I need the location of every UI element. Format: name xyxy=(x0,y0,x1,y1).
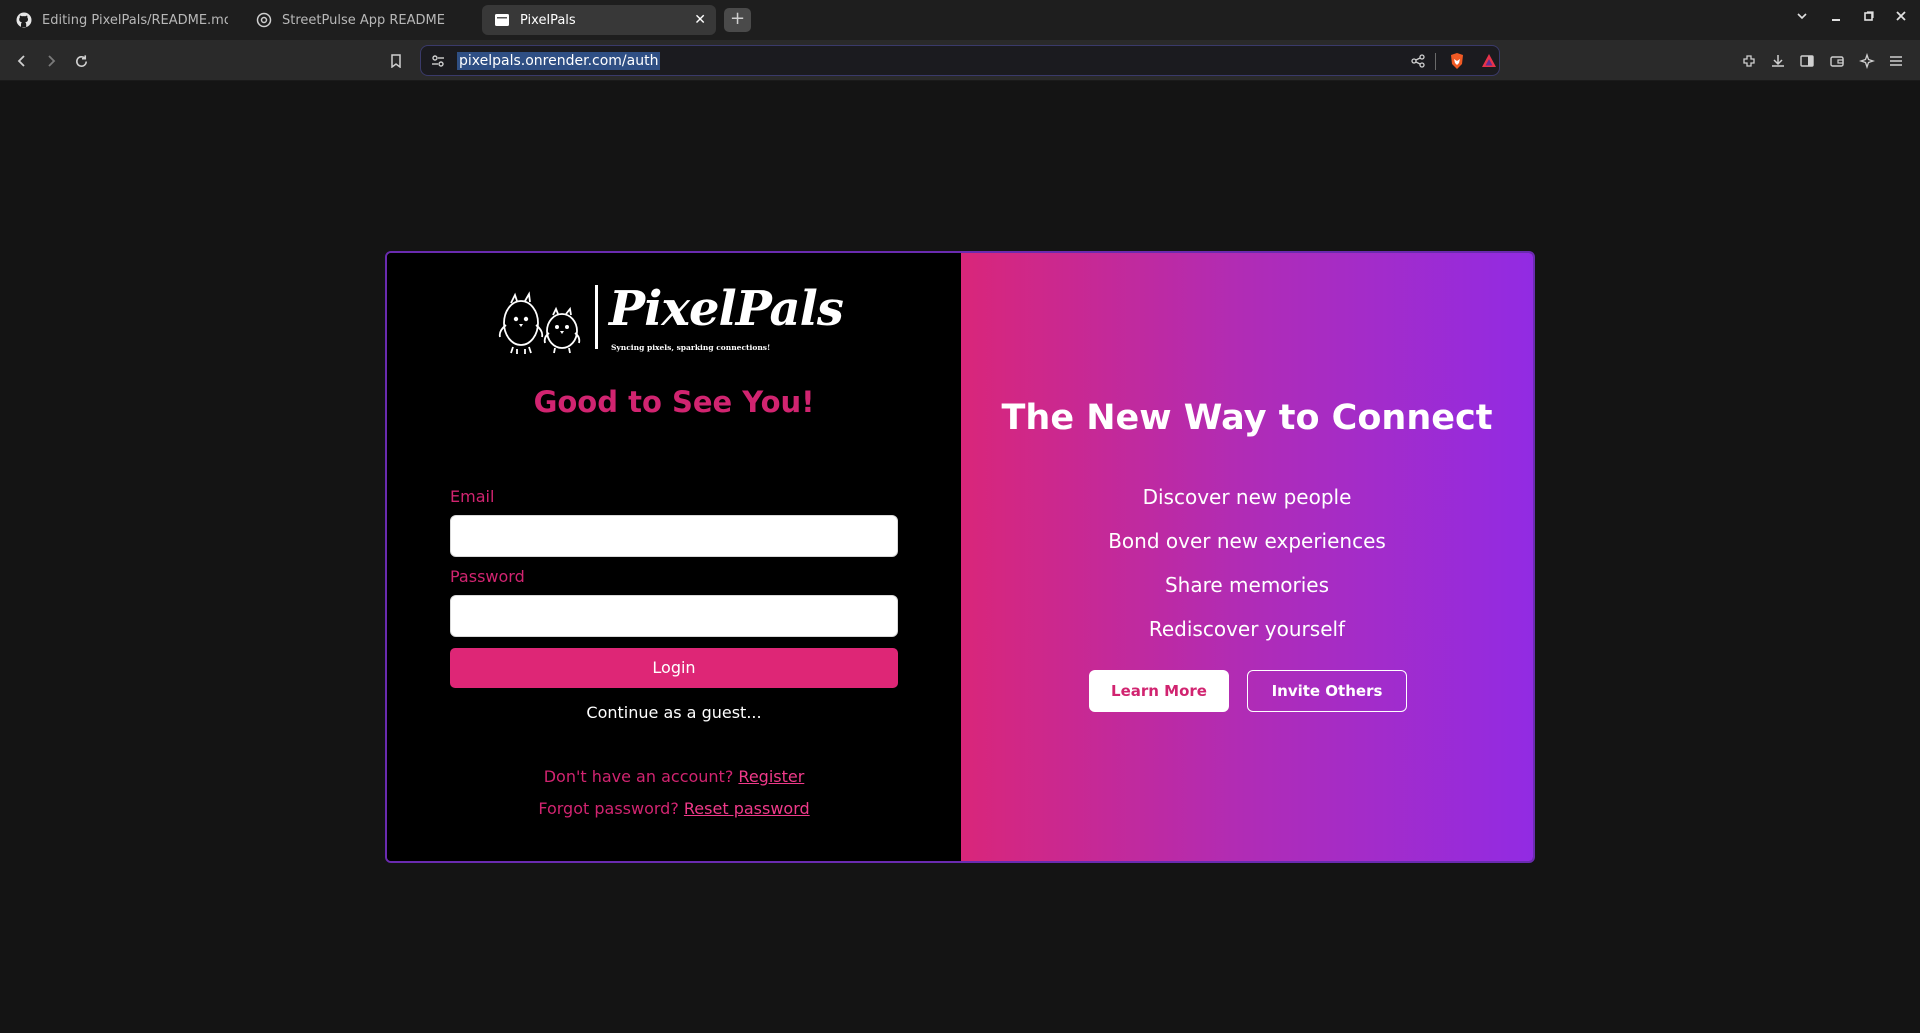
bookmark-icon[interactable] xyxy=(385,50,407,72)
browser-toolbar: pixelpals.onrender.com/auth xyxy=(0,40,1920,81)
password-field[interactable] xyxy=(450,595,898,637)
sidebar-icon[interactable] xyxy=(1796,50,1818,72)
tab-list-chevron-icon[interactable] xyxy=(1792,10,1812,28)
leo-ai-icon[interactable] xyxy=(1856,50,1878,72)
restore-icon[interactable] xyxy=(1859,10,1879,28)
tab-streetpulse[interactable]: StreetPulse App README xyxy=(244,5,480,35)
globe-icon xyxy=(256,12,272,28)
learn-more-button[interactable]: Learn More xyxy=(1089,670,1229,712)
downloads-icon[interactable] xyxy=(1767,50,1789,72)
tab-github-readme[interactable]: Editing PixelPals/README.md at xyxy=(4,5,240,35)
auth-card: PixelPals Syncing pixels, sparking conne… xyxy=(385,251,1535,863)
tab-strip: Editing PixelPals/README.md at StreetPul… xyxy=(0,0,1920,40)
site-settings-icon[interactable] xyxy=(427,50,449,72)
register-link[interactable]: Register xyxy=(738,767,804,786)
tab-pixelpals[interactable]: PixelPals ✕ xyxy=(482,5,716,35)
register-row: Don't have an account? Register xyxy=(387,767,961,786)
feature-item: Rediscover yourself xyxy=(1148,617,1346,641)
email-field[interactable] xyxy=(450,515,898,557)
logo-wordmark: PixelPals xyxy=(609,281,844,337)
forward-icon[interactable] xyxy=(40,50,62,72)
logo-divider xyxy=(595,285,598,349)
invite-others-button[interactable]: Invite Others xyxy=(1247,670,1407,712)
brave-rewards-icon[interactable] xyxy=(1478,50,1500,72)
greeting-heading: Good to See You! xyxy=(533,385,815,419)
password-label: Password xyxy=(450,567,525,586)
tab-title: Editing PixelPals/README.md at xyxy=(42,12,228,28)
tab-title: StreetPulse App README xyxy=(282,12,445,28)
login-button[interactable]: Login xyxy=(450,648,898,688)
back-icon[interactable] xyxy=(11,50,33,72)
login-panel: PixelPals Syncing pixels, sparking conne… xyxy=(387,253,961,861)
reset-row: Forgot password? Reset password xyxy=(387,799,961,818)
wallet-icon[interactable] xyxy=(1826,50,1848,72)
address-bar[interactable]: pixelpals.onrender.com/auth xyxy=(420,45,1500,76)
no-account-text: Don't have an account? xyxy=(543,767,734,786)
close-tab-icon[interactable]: ✕ xyxy=(694,11,706,29)
continue-as-guest-link[interactable]: Continue as a guest... xyxy=(387,703,961,722)
extensions-icon[interactable] xyxy=(1738,50,1760,72)
logo-tagline: Syncing pixels, sparking connections! xyxy=(611,343,771,352)
menu-icon[interactable] xyxy=(1885,50,1907,72)
minimize-icon[interactable] xyxy=(1826,10,1846,28)
feature-item: Share memories xyxy=(1164,573,1330,597)
page-icon xyxy=(494,12,510,28)
reset-password-link[interactable]: Reset password xyxy=(684,799,810,818)
share-icon[interactable] xyxy=(1407,50,1429,72)
page-viewport: PixelPals Syncing pixels, sparking conne… xyxy=(0,81,1920,1033)
tab-title: PixelPals xyxy=(520,12,576,28)
reload-icon[interactable] xyxy=(70,50,92,72)
feature-item: Discover new people xyxy=(1142,485,1352,509)
feature-item: Bond over new experiences xyxy=(1108,529,1386,553)
divider xyxy=(1435,53,1436,70)
email-label: Email xyxy=(450,487,495,506)
brave-shields-icon[interactable] xyxy=(1446,50,1468,72)
forgot-password-text: Forgot password? xyxy=(538,799,679,818)
promo-headline: The New Way to Connect xyxy=(1001,398,1493,438)
birds-logo-icon xyxy=(498,291,581,354)
pixelpals-logo: PixelPals Syncing pixels, sparking conne… xyxy=(497,281,857,363)
github-icon xyxy=(16,12,32,28)
url-text[interactable]: pixelpals.onrender.com/auth xyxy=(457,52,661,70)
close-window-icon[interactable] xyxy=(1891,10,1911,28)
new-tab-button[interactable]: + xyxy=(724,8,751,32)
promo-panel: The New Way to Connect Discover new peop… xyxy=(961,253,1533,861)
